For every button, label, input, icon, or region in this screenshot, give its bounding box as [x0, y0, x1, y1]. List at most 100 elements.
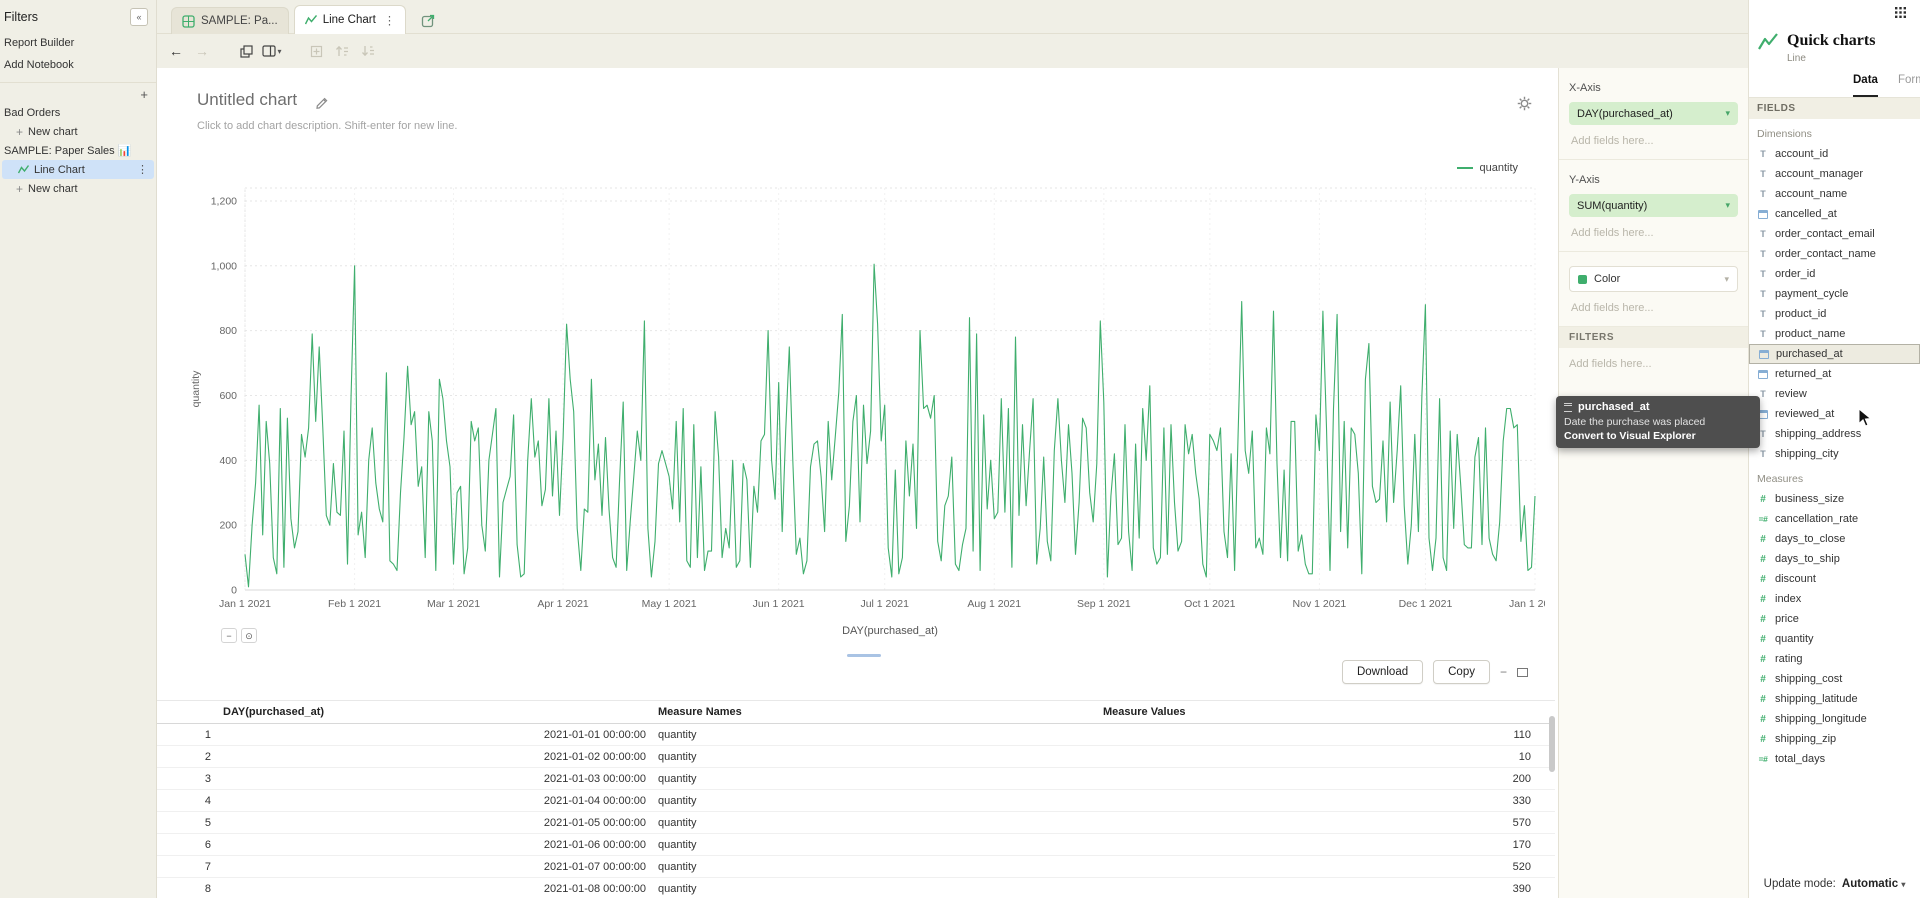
tree-item-line-chart[interactable]: Line Chart ⋮ — [2, 160, 154, 179]
color-section: Color ▾ Add fields here... — [1559, 252, 1748, 327]
tree-item-new-chart-2[interactable]: + New chart — [0, 179, 156, 198]
insert-block-icon[interactable] — [303, 39, 329, 63]
measure-discount[interactable]: #discount — [1749, 569, 1920, 589]
measure-cancellation_rate[interactable]: =#cancellation_rate — [1749, 509, 1920, 529]
table-row[interactable]: 52021-01-05 00:00:00quantity570 — [157, 812, 1555, 834]
dimension-payment_cycle[interactable]: Tpayment_cycle — [1749, 284, 1920, 304]
tab-format[interactable]: Format — [1898, 74, 1920, 97]
zoom-reset-button[interactable]: ⊙ — [241, 628, 257, 643]
duplicate-icon[interactable] — [233, 39, 259, 63]
zoom-out-button[interactable]: − — [221, 628, 237, 643]
measure-days_to_close[interactable]: #days_to_close — [1749, 529, 1920, 549]
table-row[interactable]: 72021-01-07 00:00:00quantity520 — [157, 856, 1555, 878]
sort-ascending-icon[interactable] — [329, 39, 355, 63]
y-axis-drop-zone[interactable]: Add fields here... — [1569, 217, 1738, 241]
measure-price[interactable]: #price — [1749, 609, 1920, 629]
measure-quantity[interactable]: #quantity — [1749, 629, 1920, 649]
tab-menu-icon[interactable]: ⋮ — [382, 13, 396, 27]
dimension-order_contact_name[interactable]: Torder_contact_name — [1749, 244, 1920, 264]
convert-action-label: Convert to Visual Explorer — [1556, 429, 1760, 448]
dimension-returned_at[interactable]: returned_at — [1749, 364, 1920, 384]
x-axis-drop-zone[interactable]: Add fields here... — [1569, 125, 1738, 149]
tree-item-sample-paper-sales[interactable]: SAMPLE: Paper Sales 📊 — [0, 141, 156, 160]
field-label: order_id — [1775, 268, 1815, 280]
item-menu-icon[interactable]: ⋮ — [137, 163, 150, 176]
cell-value: 570 — [1097, 812, 1555, 834]
back-icon[interactable]: ← — [163, 39, 189, 63]
dimension-account_id[interactable]: Taccount_id — [1749, 144, 1920, 164]
tree-item-label: New chart — [28, 126, 78, 138]
column-header[interactable]: Measure Names — [652, 701, 1097, 724]
tab-data[interactable]: Data — [1853, 74, 1878, 97]
update-mode-select[interactable]: Automatic ▾ — [1842, 878, 1905, 890]
table-row[interactable]: 12021-01-01 00:00:00quantity110 — [157, 724, 1555, 746]
table-row[interactable]: 62021-01-06 00:00:00quantity170 — [157, 834, 1555, 856]
chart-title[interactable]: Untitled chart — [197, 90, 297, 110]
sidebar-item-report-builder[interactable]: Report Builder — [0, 32, 156, 54]
dimension-product_id[interactable]: Tproduct_id — [1749, 304, 1920, 324]
filters-drop-zone[interactable]: Add fields here... — [1559, 348, 1748, 380]
apps-grid-icon[interactable] — [1895, 7, 1906, 18]
column-header[interactable]: DAY(purchased_at) — [217, 701, 652, 724]
chart-settings-icon[interactable] — [1517, 96, 1532, 111]
field-label: review — [1775, 388, 1807, 400]
measure-shipping_zip[interactable]: #shipping_zip — [1749, 729, 1920, 749]
dimension-shipping_address[interactable]: Tshipping_address — [1749, 424, 1920, 444]
collapse-table-icon[interactable]: − — [1500, 665, 1507, 679]
download-button[interactable]: Download — [1342, 660, 1423, 684]
table-row[interactable]: 82021-01-08 00:00:00quantity390 — [157, 878, 1555, 898]
edit-title-icon[interactable] — [315, 96, 329, 110]
measure-rating[interactable]: #rating — [1749, 649, 1920, 669]
tab-sample-paper-sales[interactable]: SAMPLE: Pa... — [171, 7, 289, 34]
dimension-review[interactable]: Treview — [1749, 384, 1920, 404]
table-row[interactable]: 32021-01-03 00:00:00quantity200 — [157, 768, 1555, 790]
text-type-icon: T — [1757, 449, 1769, 459]
measure-index[interactable]: #index — [1749, 589, 1920, 609]
dimension-shipping_city[interactable]: Tshipping_city — [1749, 444, 1920, 464]
color-field-row[interactable]: Color ▾ — [1569, 266, 1738, 292]
measure-shipping_cost[interactable]: #shipping_cost — [1749, 669, 1920, 689]
field-label: payment_cycle — [1775, 288, 1848, 300]
measure-total_days[interactable]: =#total_days — [1749, 749, 1920, 769]
dimension-product_name[interactable]: Tproduct_name — [1749, 324, 1920, 344]
tree-item-bad-orders[interactable]: Bad Orders — [0, 103, 156, 122]
y-axis-field-pill[interactable]: SUM(quantity) ▾ — [1569, 194, 1738, 217]
row-number-header — [157, 701, 217, 724]
forward-icon[interactable]: → — [189, 39, 215, 63]
copy-button[interactable]: Copy — [1433, 660, 1490, 684]
text-type-icon: T — [1757, 249, 1769, 259]
table-row[interactable]: 42021-01-04 00:00:00quantity330 — [157, 790, 1555, 812]
table-row[interactable]: 22021-01-02 00:00:00quantity10 — [157, 746, 1555, 768]
layout-menu-icon[interactable]: ▾ — [259, 39, 285, 63]
new-tab-export-icon[interactable] — [421, 13, 436, 28]
add-item-button[interactable]: + — [140, 89, 148, 101]
tree-item-new-chart-1[interactable]: + New chart — [0, 122, 156, 141]
dimension-purchased_at[interactable]: purchased_at — [1749, 344, 1920, 364]
measure-shipping_longitude[interactable]: #shipping_longitude — [1749, 709, 1920, 729]
panel-resize-handle[interactable] — [847, 654, 881, 657]
x-axis-field-pill[interactable]: DAY(purchased_at) ▾ — [1569, 102, 1738, 125]
measure-shipping_latitude[interactable]: #shipping_latitude — [1749, 689, 1920, 709]
sort-descending-icon[interactable] — [355, 39, 381, 63]
chart-description-placeholder[interactable]: Click to add chart description. Shift-en… — [197, 120, 457, 132]
dimension-reviewed_at[interactable]: reviewed_at — [1749, 404, 1920, 424]
dimension-order_id[interactable]: Torder_id — [1749, 264, 1920, 284]
measure-days_to_ship[interactable]: #days_to_ship — [1749, 549, 1920, 569]
tab-line-chart[interactable]: Line Chart ⋮ — [294, 5, 407, 34]
dimension-order_contact_email[interactable]: Torder_contact_email — [1749, 224, 1920, 244]
dimension-account_name[interactable]: Taccount_name — [1749, 184, 1920, 204]
measure-business_size[interactable]: #business_size — [1749, 489, 1920, 509]
table-scrollbar[interactable] — [1549, 716, 1555, 772]
line-chart-plot[interactable]: Jan 1 2021Feb 1 2021Mar 1 2021Apr 1 2021… — [185, 172, 1545, 652]
svg-text:Oct 1 2021: Oct 1 2021 — [1184, 598, 1236, 610]
column-header[interactable]: Measure Values — [1097, 701, 1555, 724]
color-drop-zone[interactable]: Add fields here... — [1569, 292, 1738, 316]
sidebar-item-add-notebook[interactable]: Add Notebook — [0, 54, 156, 76]
cell-measure: quantity — [652, 812, 1097, 834]
expand-table-icon[interactable] — [1517, 668, 1528, 677]
dimension-account_manager[interactable]: Taccount_manager — [1749, 164, 1920, 184]
chart-zoom-controls: − ⊙ — [221, 628, 257, 643]
collapse-sidebar-icon[interactable]: « — [130, 8, 148, 26]
field-label: quantity — [1775, 633, 1814, 645]
dimension-cancelled_at[interactable]: cancelled_at — [1749, 204, 1920, 224]
